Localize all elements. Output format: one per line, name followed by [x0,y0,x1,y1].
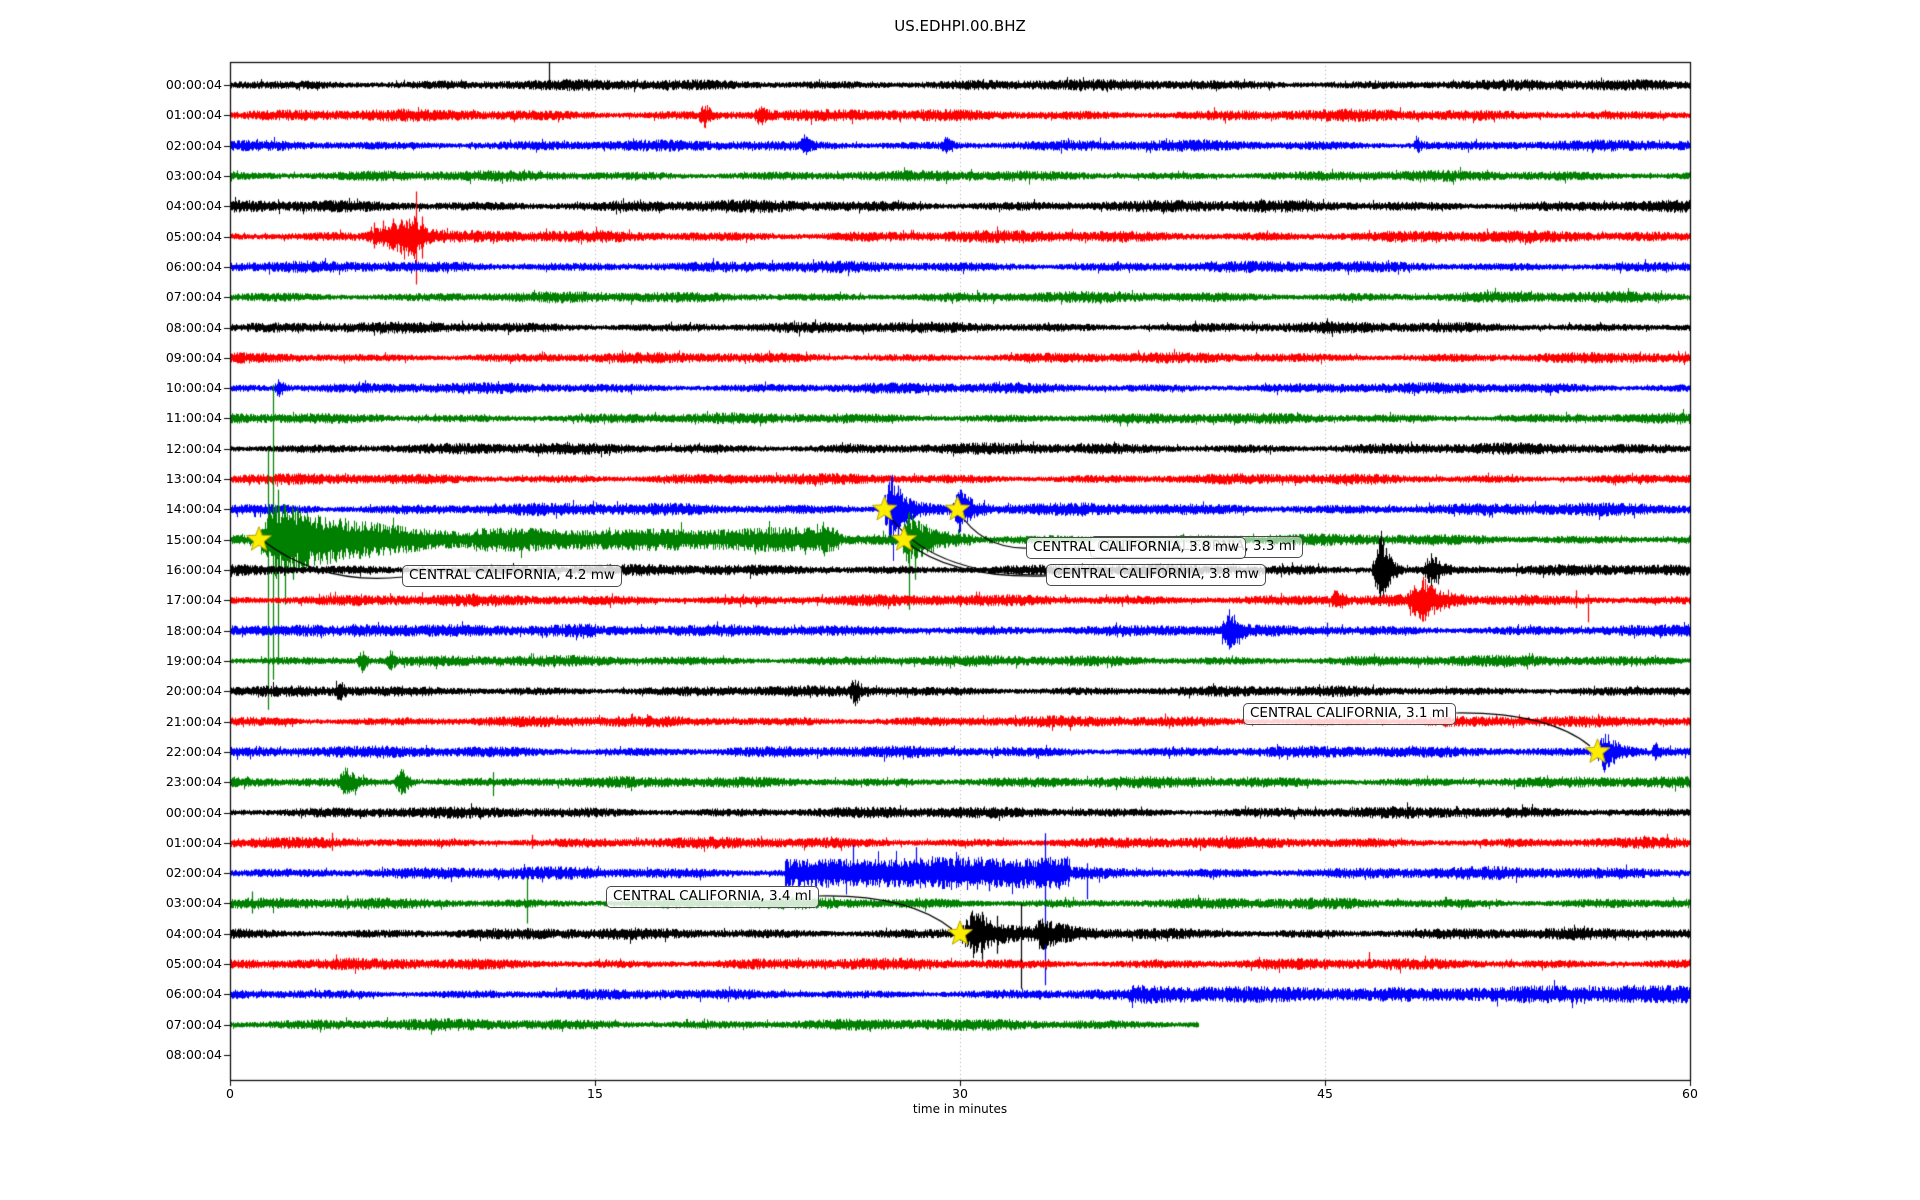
row-time-label: 00:00:04 [132,77,222,93]
seismogram-canvas [0,0,1920,1200]
row-time-label: 16:00:04 [132,562,222,578]
event-annotation: CENTRAL CALIFORNIA, 3.8 mw [1026,537,1246,559]
row-time-label: 22:00:04 [132,744,222,760]
event-annotation: CENTRAL CALIFORNIA, 4.2 mw [402,565,622,587]
row-time-label: 04:00:04 [132,926,222,942]
row-time-label: 03:00:04 [132,895,222,911]
event-annotation: CENTRAL CALIFORNIA, 3.8 mw [1046,564,1266,586]
row-time-label: 08:00:04 [132,320,222,336]
row-time-label: 01:00:04 [132,107,222,123]
x-tick-label: 30 [930,1086,990,1101]
row-time-label: 21:00:04 [132,714,222,730]
row-time-label: 00:00:04 [132,805,222,821]
row-time-label: 05:00:04 [132,956,222,972]
row-time-label: 13:00:04 [132,471,222,487]
row-time-label: 18:00:04 [132,623,222,639]
row-time-label: 10:00:04 [132,380,222,396]
event-annotation: CENTRAL CALIFORNIA, 3.4 ml [606,886,819,908]
x-tick-label: 45 [1295,1086,1355,1101]
figure: US.EDHPI.00.BHZ time in minutes 00:00:04… [0,0,1920,1200]
row-time-label: 09:00:04 [132,350,222,366]
x-axis-label: time in minutes [230,1102,1690,1116]
x-tick-label: 0 [200,1086,260,1101]
row-time-label: 19:00:04 [132,653,222,669]
row-time-label: 17:00:04 [132,592,222,608]
event-annotation: CENTRAL CALIFORNIA, 3.1 ml [1243,703,1456,725]
row-time-label: 02:00:04 [132,865,222,881]
row-time-label: 11:00:04 [132,410,222,426]
row-time-label: 23:00:04 [132,774,222,790]
row-time-label: 14:00:04 [132,501,222,517]
row-time-label: 06:00:04 [132,259,222,275]
row-time-label: 20:00:04 [132,683,222,699]
row-time-label: 15:00:04 [132,532,222,548]
row-time-label: 08:00:04 [132,1047,222,1063]
row-time-label: 04:00:04 [132,198,222,214]
row-time-label: 02:00:04 [132,138,222,154]
chart-title: US.EDHPI.00.BHZ [0,17,1920,35]
x-tick-label: 60 [1660,1086,1720,1101]
x-tick-label: 15 [565,1086,625,1101]
row-time-label: 05:00:04 [132,229,222,245]
row-time-label: 07:00:04 [132,289,222,305]
row-time-label: 12:00:04 [132,441,222,457]
row-time-label: 01:00:04 [132,835,222,851]
row-time-label: 03:00:04 [132,168,222,184]
row-time-label: 07:00:04 [132,1017,222,1033]
row-time-label: 06:00:04 [132,986,222,1002]
